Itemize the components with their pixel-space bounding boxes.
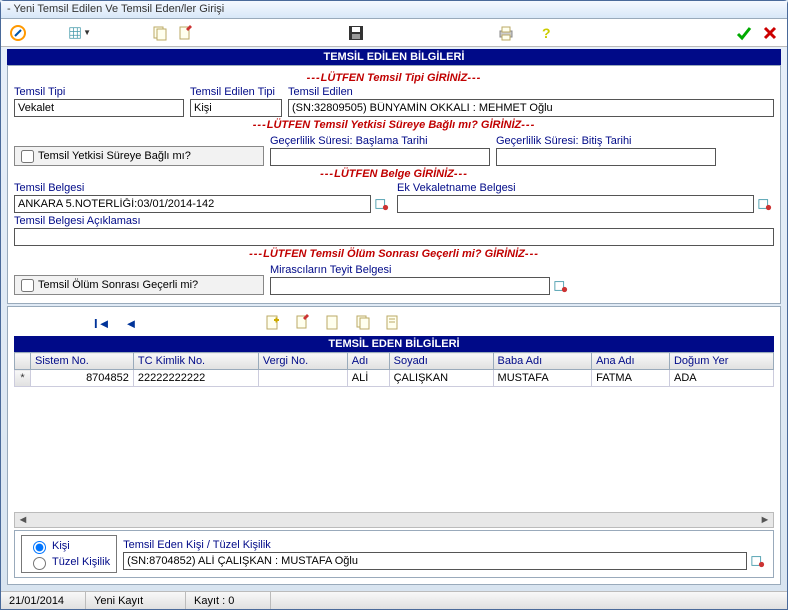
nav-copy-icon[interactable] — [355, 314, 371, 333]
grid-header-row: Sistem No. TC Kimlik No. Vergi No. Adı S… — [15, 353, 774, 370]
lookup-belge-icon[interactable] — [373, 195, 391, 213]
grid-icon[interactable]: ▼ — [69, 22, 91, 44]
col-sistem[interactable]: Sistem No. — [31, 353, 134, 370]
lookup-miras-icon[interactable] — [552, 277, 570, 295]
status-count: Kayıt : 0 — [186, 592, 271, 609]
label-ekvek: Ek Vekaletname Belgesi — [397, 182, 774, 194]
nav-edit-icon[interactable] — [295, 314, 311, 333]
checkbox-sure-input[interactable] — [21, 150, 34, 163]
input-bitis[interactable] — [496, 148, 716, 166]
cell-dogum[interactable]: ADA — [669, 370, 773, 387]
nav-doc4-icon[interactable] — [385, 314, 401, 333]
col-ana[interactable]: Ana Adı — [592, 353, 670, 370]
label-edilen: Temsil Edilen — [288, 86, 774, 98]
scroll-right-icon[interactable]: ► — [758, 514, 772, 526]
label-edenkisi: Temsil Eden Kişi / Tüzel Kişilik — [123, 539, 767, 551]
cell-tc[interactable]: 22222222222 — [133, 370, 258, 387]
label-aciklama: Temsil Belgesi Açıklaması — [14, 215, 774, 227]
print-icon[interactable] — [495, 22, 517, 44]
input-miras[interactable] — [270, 277, 550, 295]
label-belge: Temsil Belgesi — [14, 182, 391, 194]
input-edilentip[interactable] — [190, 99, 282, 117]
nav-prev-icon[interactable]: ◄ — [124, 316, 137, 331]
label-baslama: Geçerlilik Süresi: Başlama Tarihi — [270, 135, 490, 147]
help-icon[interactable]: ? — [535, 22, 557, 44]
chevron-down-icon: ▼ — [83, 28, 91, 37]
nav-doc2-icon[interactable] — [325, 314, 341, 333]
toolbar: ▼ ? — [1, 19, 787, 47]
logo-icon — [7, 22, 29, 44]
nav-new-icon[interactable] — [265, 314, 281, 333]
checkbox-sure[interactable]: Temsil Yetkisi Süreye Bağlı mı? — [14, 146, 264, 166]
label-edilentip: Temsil Edilen Tipi — [190, 86, 282, 98]
save-icon[interactable] — [345, 22, 367, 44]
window-title: - Yeni Temsil Edilen Ve Temsil Eden/ler … — [1, 1, 787, 19]
bottom-edit-row: Kişi Tüzel Kişilik Temsil Eden Kişi / Tü… — [14, 530, 774, 578]
label-tip: Temsil Tipi — [14, 86, 184, 98]
table-row[interactable]: * 8704852 22222222222 ALİ ÇALIŞKAN MUSTA… — [15, 370, 774, 387]
radio-tuzel[interactable]: Tüzel Kişilik — [28, 554, 110, 570]
lookup-edenkisi-icon[interactable] — [749, 552, 767, 570]
panel-edilen: LÜTFEN Temsil Tipi GİRİNİZ Temsil Tipi T… — [7, 65, 781, 304]
input-belge[interactable] — [14, 195, 371, 213]
col-dogum[interactable]: Doğum Yer — [669, 353, 773, 370]
nav-first-icon[interactable]: I◄ — [94, 316, 110, 331]
grid-table: Sistem No. TC Kimlik No. Vergi No. Adı S… — [14, 352, 774, 387]
copy-icon[interactable] — [149, 22, 171, 44]
cell-ana[interactable]: FATMA — [592, 370, 670, 387]
col-adi[interactable]: Adı — [347, 353, 389, 370]
lookup-ekvek-icon[interactable] — [756, 195, 774, 213]
legend-doc: LÜTFEN Belge GİRİNİZ — [14, 168, 774, 180]
svg-text:?: ? — [542, 25, 551, 41]
input-tip[interactable] — [14, 99, 184, 117]
section-eden-header: TEMSİL EDEN BİLGİLERİ — [14, 336, 774, 352]
label-bitis: Geçerlilik Süresi: Bitiş Tarihi — [496, 135, 716, 147]
radio-kisi[interactable]: Kişi — [28, 538, 110, 554]
edit-icon[interactable] — [175, 22, 197, 44]
col-baba[interactable]: Baba Adı — [493, 353, 592, 370]
input-edilen[interactable] — [288, 99, 774, 117]
cell-sistem[interactable]: 8704852 — [31, 370, 134, 387]
col-tc[interactable]: TC Kimlik No. — [133, 353, 258, 370]
row-marker: * — [15, 370, 31, 387]
checkbox-olum-label: Temsil Ölüm Sonrası Geçerli mi? — [38, 279, 198, 291]
status-bar: 21/01/2014 Yeni Kayıt Kayıt : 0 — [1, 591, 787, 609]
section-edilen-header: TEMSİL EDİLEN BİLGİLERİ — [7, 49, 781, 65]
cell-soyadi[interactable]: ÇALIŞKAN — [389, 370, 493, 387]
cell-vergi[interactable] — [258, 370, 347, 387]
legend-death: LÜTFEN Temsil Ölüm Sonrası Geçerli mi? G… — [14, 248, 774, 260]
status-date: 21/01/2014 — [1, 592, 86, 609]
checkbox-olum[interactable]: Temsil Ölüm Sonrası Geçerli mi? — [14, 275, 264, 295]
col-soyadi[interactable]: Soyadı — [389, 353, 493, 370]
cell-adi[interactable]: ALİ — [347, 370, 389, 387]
radio-group-kisi: Kişi Tüzel Kişilik — [21, 535, 117, 573]
col-vergi[interactable]: Vergi No. — [258, 353, 347, 370]
accept-icon[interactable] — [733, 22, 755, 44]
checkbox-olum-input[interactable] — [21, 279, 34, 292]
record-nav: I◄ ◄ — [14, 311, 774, 336]
label-miras: Mirascıların Teyit Belgesi — [270, 264, 570, 276]
close-icon[interactable] — [759, 22, 781, 44]
input-baslama[interactable] — [270, 148, 490, 166]
grid-wrap[interactable]: Sistem No. TC Kimlik No. Vergi No. Adı S… — [14, 352, 774, 510]
scroll-left-icon[interactable]: ◄ — [16, 514, 30, 526]
input-edenkisi[interactable] — [123, 552, 747, 570]
legend-duration: LÜTFEN Temsil Yetkisi Süreye Bağlı mı? G… — [14, 119, 774, 131]
input-ekvek[interactable] — [397, 195, 754, 213]
panel-eden: I◄ ◄ TEMSİL EDEN BİLGİLERİ Sistem No. TC — [7, 306, 781, 585]
input-aciklama[interactable] — [14, 228, 774, 246]
legend-type: LÜTFEN Temsil Tipi GİRİNİZ — [14, 72, 774, 84]
status-state: Yeni Kayıt — [86, 592, 186, 609]
hscrollbar[interactable]: ◄ ► — [14, 512, 774, 528]
checkbox-sure-label: Temsil Yetkisi Süreye Bağlı mı? — [38, 150, 191, 162]
cell-baba[interactable]: MUSTAFA — [493, 370, 592, 387]
